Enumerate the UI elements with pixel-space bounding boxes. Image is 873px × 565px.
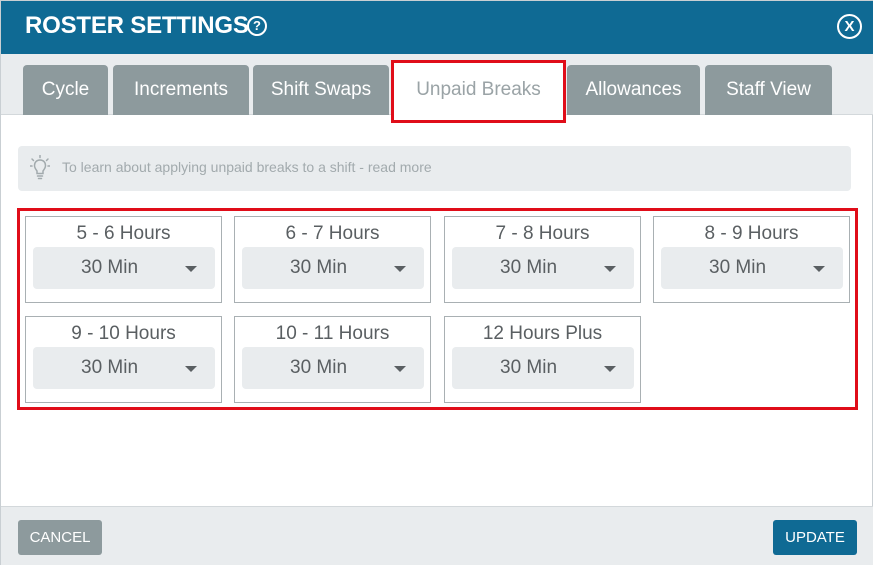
dialog-footer: CANCEL UPDATE xyxy=(1,506,873,565)
close-icon[interactable]: X xyxy=(837,14,862,39)
tab-unpaid-breaks[interactable]: Unpaid Breaks xyxy=(394,63,563,116)
break-duration-select[interactable]: 30 Min xyxy=(661,247,843,289)
break-duration-value: 30 Min xyxy=(81,257,139,278)
break-duration-value: 30 Min xyxy=(500,357,558,378)
break-duration-select[interactable]: 30 Min xyxy=(33,347,215,389)
break-card-9-10: 9 - 10 Hours 30 Min xyxy=(25,316,222,403)
break-range-label: 8 - 9 Hours xyxy=(704,223,799,244)
break-range-label: 10 - 11 Hours xyxy=(275,323,390,344)
info-text[interactable]: To learn about applying unpaid breaks to… xyxy=(62,159,432,175)
chevron-down-icon xyxy=(394,366,406,372)
dialog-title: ROSTER SETTINGS xyxy=(25,12,249,39)
break-card-10-11: 10 - 11 Hours 30 Min xyxy=(234,316,431,403)
break-duration-value: 30 Min xyxy=(290,357,348,378)
break-duration-select[interactable]: 30 Min xyxy=(452,247,634,289)
break-duration-value: 30 Min xyxy=(290,257,348,278)
lightbulb-icon xyxy=(30,155,50,180)
break-card-5-6: 5 - 6 Hours 30 Min xyxy=(25,216,222,303)
break-duration-value: 30 Min xyxy=(500,257,558,278)
chevron-down-icon xyxy=(813,266,825,272)
break-duration-select[interactable]: 30 Min xyxy=(33,247,215,289)
info-banner: To learn about applying unpaid breaks to… xyxy=(18,146,851,191)
break-card-6-7: 6 - 7 Hours 30 Min xyxy=(234,216,431,303)
break-range-label: 5 - 6 Hours xyxy=(76,223,171,244)
break-duration-value: 30 Min xyxy=(709,257,767,278)
tab-allowances[interactable]: Allowances xyxy=(567,65,700,115)
break-range-label: 6 - 7 Hours xyxy=(285,223,380,244)
tab-staff-view[interactable]: Staff View xyxy=(705,65,832,115)
break-duration-select[interactable]: 30 Min xyxy=(242,247,424,289)
chevron-down-icon xyxy=(185,266,197,272)
break-card-8-9: 8 - 9 Hours 30 Min xyxy=(653,216,850,303)
chevron-down-icon xyxy=(185,366,197,372)
roster-settings-dialog: ROSTER SETTINGS ? X Cycle Increments Shi… xyxy=(0,0,873,565)
break-range-label: 7 - 8 Hours xyxy=(495,223,590,244)
break-range-label: 9 - 10 Hours xyxy=(71,323,176,344)
break-duration-select[interactable]: 30 Min xyxy=(242,347,424,389)
update-button[interactable]: UPDATE xyxy=(773,520,857,555)
chevron-down-icon xyxy=(604,366,616,372)
chevron-down-icon xyxy=(604,266,616,272)
break-card-7-8: 7 - 8 Hours 30 Min xyxy=(444,216,641,303)
dialog-header: ROSTER SETTINGS ? X xyxy=(1,1,873,54)
break-duration-value: 30 Min xyxy=(81,357,139,378)
help-icon[interactable]: ? xyxy=(247,16,267,36)
tab-cycle[interactable]: Cycle xyxy=(23,65,108,115)
break-duration-select[interactable]: 30 Min xyxy=(452,347,634,389)
cancel-button[interactable]: CANCEL xyxy=(18,520,102,555)
break-card-12-plus: 12 Hours Plus 30 Min xyxy=(444,316,641,403)
chevron-down-icon xyxy=(394,266,406,272)
break-range-label: 12 Hours Plus xyxy=(482,323,603,344)
tab-shift-swaps[interactable]: Shift Swaps xyxy=(253,65,389,115)
tab-increments[interactable]: Increments xyxy=(113,65,249,115)
tab-bar: Cycle Increments Shift Swaps Unpaid Brea… xyxy=(1,54,873,116)
